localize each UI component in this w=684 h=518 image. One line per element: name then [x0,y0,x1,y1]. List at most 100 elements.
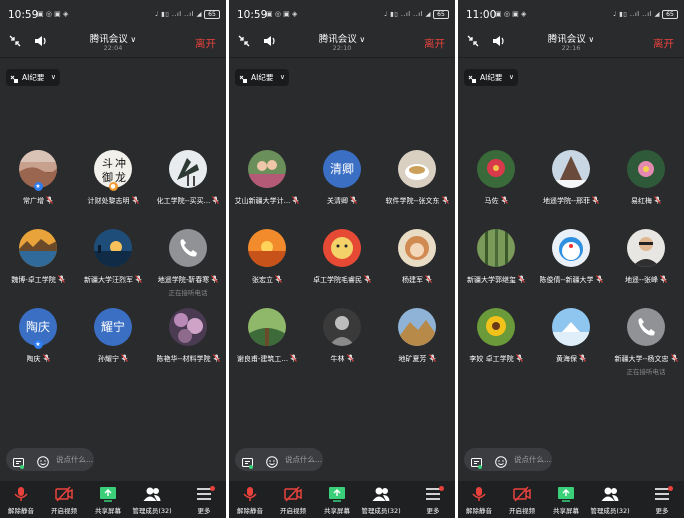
participant-tile[interactable]: 卓工学院毛睿民 [304,229,380,307]
mic-off-icon [0,486,43,502]
emoji-icon[interactable] [266,453,278,468]
svg-text:龙: 龙 [115,171,126,184]
status-time: 11:00 [466,9,497,21]
participant-tile[interactable]: 李姣 卓工学院 [458,308,534,386]
co-host-badge-icon: ● [108,182,118,191]
mic-muted-icon [350,196,357,204]
avatar-image [477,229,515,267]
mic-muted-icon [595,275,603,283]
participant-name: 地遥学院-靳春寒 [150,275,226,285]
avatar [627,229,665,267]
avatar [248,150,286,188]
mic-off-icon-svg [472,487,486,501]
participant-tile[interactable]: 新疆大学汪烈军 [75,229,151,307]
participant-tile[interactable]: 马佐 [458,150,534,228]
meeting-title[interactable]: 腾讯会议 ∨ [458,31,684,45]
leave-button[interactable]: 离开 [653,36,674,51]
participant-tile[interactable]: 新疆大学郭继玺 [458,229,534,307]
participant-tile[interactable]: 地矿夏芳 [379,308,455,386]
toolbar-video-off-button[interactable]: 开启视频 [271,486,315,515]
video-off-icon [500,486,544,502]
chat-input-bar[interactable]: 说点什么... [6,448,94,471]
participant-name-text: 新疆大学--杨文忠 [614,355,669,363]
phone-icon [627,308,665,346]
mic-svg [500,196,508,204]
mic-muted-icon [46,196,53,204]
toolbar-label: 更多 [197,507,211,515]
toolbar-share-screen-button[interactable]: 共享屏幕 [86,486,130,515]
participant-name: 地遥学院--邢菲 [533,196,609,206]
participant-tile[interactable]: 易红梅 [608,150,684,228]
avatar-image [19,229,57,267]
participant-tile[interactable]: 陈艳华--材料学院 [150,308,226,386]
toolbar-more-button[interactable]: 更多 [411,486,455,515]
header-divider [229,57,455,58]
mic-muted-icon [654,196,661,204]
ai-summary-button[interactable]: AI纪要 ∨ [464,69,518,86]
participant-tile[interactable]: 魏博-卓工学院 [0,229,76,307]
participant-name-text: 计财处黎志明 [87,197,130,205]
participant-tile[interactable]: 杨建军 [379,229,455,307]
toolbar-more-button[interactable]: 更多 [182,486,226,515]
chat-icon[interactable] [13,454,24,469]
participant-tile[interactable]: 清卿 关清卿 [304,150,380,228]
participant-tile[interactable]: 牛林 [304,308,380,386]
members-icon [130,486,174,502]
chat-icon[interactable] [242,454,253,469]
screenshot-root: 10:59 ▣ ◎ ▣ ◈ ♩ ▮▯ ..ıl ..ıl ◢ 65 腾讯会议 ∨ 22:0… [0,0,684,518]
avatar [552,229,590,267]
participant-tile[interactable]: 软件学院--张文东 [379,150,455,228]
emoji-icon[interactable] [37,453,49,468]
meeting-title[interactable]: 腾讯会议 ∨ [229,31,455,45]
participant-tile[interactable]: 地遥--张峰 [608,229,684,307]
participant-tile[interactable]: 耀宁 孙耀宁 [75,308,151,386]
participant-tile[interactable]: 地遥学院--邢菲 [533,150,609,228]
participant-tile[interactable]: 黄海保 [533,308,609,386]
participant-tile[interactable]: 地遥学院-靳春寒 正在接听电话 [150,229,226,307]
panel-separator [227,0,229,518]
chat-input-bar[interactable]: 说点什么... [464,448,552,471]
participant-tile[interactable]: 化工学院--买买... [150,150,226,228]
toolbar-more-button[interactable]: 更多 [640,486,684,515]
participant-tile[interactable]: 陈俊倩--新疆大学 [533,229,609,307]
participant-name-text: 艾山新疆大学计... [234,197,291,205]
status-time: 10:59 [8,9,39,21]
mic-muted-icon [428,354,436,362]
participant-tile[interactable]: 谢良甫-建筑工... [229,308,305,386]
toolbar-video-off-button[interactable]: 开启视频 [500,486,544,515]
leave-button[interactable]: 离开 [424,36,445,51]
ai-summary-button[interactable]: AI纪要 ∨ [6,69,60,86]
meeting-title[interactable]: 腾讯会议 ∨ [0,31,226,45]
chat-icon[interactable] [471,454,482,469]
participant-tile[interactable]: 艾山新疆大学计... [229,150,305,228]
toolbar-mic-off-button[interactable]: 解除静音 [229,486,272,515]
toolbar-members-button[interactable]: 管理成员(32) [588,486,632,515]
avatar-image [398,229,436,267]
toolbar-video-off-button[interactable]: 开启视频 [42,486,86,515]
toolbar-share-screen-button[interactable]: 共享屏幕 [315,486,359,515]
participant-tile[interactable]: ★ 常广增 [0,150,76,228]
mic-svg [212,196,220,204]
toolbar-share-screen-button[interactable]: 共享屏幕 [544,486,588,515]
ai-summary-button[interactable]: AI纪要 ∨ [235,69,289,86]
participant-name-text: 新疆大学汪烈军 [84,276,133,284]
leave-button[interactable]: 离开 [195,36,216,51]
toolbar-mic-off-button[interactable]: 解除静音 [0,486,43,515]
ai-summary-label: AI纪要 [22,73,45,82]
chat-input-bar[interactable]: 说点什么... [235,448,323,471]
meeting-toolbar: 解除静音 开启视频 共享屏幕 管理成员(32) 更多 [0,481,226,518]
mic-svg [121,354,128,362]
meeting-elapsed-time: 22:04 [103,44,123,52]
toolbar-members-button[interactable]: 管理成员(32) [359,486,403,515]
participant-tile[interactable]: 张宏立 [229,229,305,307]
toolbar-mic-off-button[interactable]: 解除静音 [458,486,501,515]
ai-summary-icon [10,73,19,83]
avatar [248,308,286,346]
participant-tile[interactable]: 斗冲御龙 ● 计财处黎志明 [75,150,151,228]
mic-muted-icon [57,275,65,283]
emoji-icon[interactable] [495,453,507,468]
mic-svg [292,196,300,204]
participant-tile[interactable]: 新疆大学--杨文忠 正在接听电话 [608,308,684,386]
toolbar-members-button[interactable]: 管理成员(32) [130,486,174,515]
participant-tile[interactable]: 陶庆 ★ 陶庆 [0,308,76,386]
